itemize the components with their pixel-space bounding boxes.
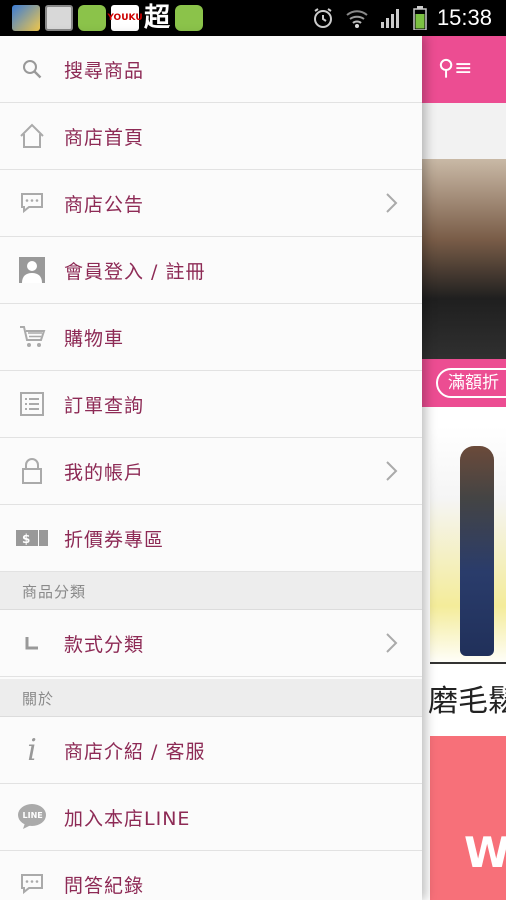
status-bar: YOUKU 超 15:38 [0, 0, 506, 36]
model-photo[interactable] [422, 159, 506, 359]
signal-icon [380, 9, 399, 28]
youku-notification-icon: YOUKU [107, 5, 143, 31]
section-header-categories: 商品分類 [0, 572, 422, 610]
menu-item-cart[interactable]: 購物車 [0, 304, 422, 371]
menu-item-home[interactable]: 商店首頁 [0, 103, 422, 170]
lock-icon [17, 456, 47, 486]
product-caption: 磨毛鬆 [428, 684, 506, 719]
chevron-right-icon [386, 633, 398, 653]
menu-item-login-register[interactable]: 會員登入 / 註冊 [0, 237, 422, 304]
menu-item-my-account[interactable]: 我的帳戶 [0, 438, 422, 505]
status-indicators: 15:38 [311, 0, 492, 36]
alarm-icon [313, 8, 332, 28]
shop-top-bar: ⚲≡ [422, 36, 506, 103]
line-icon: LINE [17, 802, 47, 832]
clock: 15:38 [436, 5, 492, 30]
menu-item-shop-info[interactable]: i 商店介紹 / 客服 [0, 717, 422, 784]
notification-icons: YOUKU 超 [0, 3, 204, 33]
notification-text: 超 [144, 3, 171, 33]
cart-icon [17, 322, 47, 352]
menu-item-search[interactable]: 搜尋商品 [0, 36, 422, 103]
l-shape-icon [17, 628, 47, 658]
user-icon [17, 255, 47, 285]
section-title: 商品分類 [22, 583, 87, 601]
menu-item-qa-records[interactable]: 問答紀錄 [0, 851, 422, 900]
face-notification-icon-2 [175, 5, 204, 31]
search-menu-icon[interactable]: ⚲≡ [438, 56, 473, 81]
menu-item-label: 加入本店LINE [64, 807, 191, 830]
menu-item-label: 問答紀錄 [64, 874, 145, 897]
menu-item-label: 搜尋商品 [64, 59, 145, 82]
banner-letter: W [464, 828, 506, 877]
model-figure [460, 446, 494, 656]
menu-item-label: 購物車 [64, 327, 125, 350]
info-icon: i [27, 732, 37, 768]
coupon-icon: $ [14, 523, 50, 553]
chevron-right-icon [386, 461, 398, 481]
chat-icon [17, 869, 47, 899]
chevron-right-icon [386, 193, 398, 213]
banner-block[interactable]: W [430, 736, 506, 900]
section-title: 關於 [22, 690, 55, 708]
home-icon [17, 121, 47, 151]
menu-item-label: 會員登入 / 註冊 [64, 260, 206, 283]
wifi-icon [346, 10, 368, 28]
promo-bar: 滿額折 [422, 359, 506, 407]
battery-icon [413, 6, 427, 30]
face-notification-icon [78, 5, 106, 31]
menu-item-label: 商店介紹 / 客服 [64, 740, 206, 763]
promo-pill[interactable]: 滿額折 [436, 368, 506, 398]
menu-item-coupons[interactable]: $ 折價券專區 [0, 505, 422, 572]
menu-item-label: 款式分類 [64, 633, 145, 656]
list-icon [17, 389, 47, 419]
menu-item-style-categories[interactable]: 款式分類 [0, 610, 422, 677]
menu-item-line[interactable]: LINE 加入本店LINE [0, 784, 422, 851]
youku-label: YOUKU [107, 13, 143, 23]
svg-text:$: $ [22, 532, 30, 546]
speech-bubble-icon [17, 188, 47, 218]
background-shop-page: ⚲≡ 滿額折 磨毛鬆 W [422, 36, 506, 900]
app-notification-icon [12, 5, 40, 31]
menu-item-label: 訂單查詢 [64, 394, 145, 417]
menu-item-order-lookup[interactable]: 訂單查詢 [0, 371, 422, 438]
product-divider [430, 662, 506, 664]
menu-item-announcements[interactable]: 商店公告 [0, 170, 422, 237]
navigation-drawer: 搜尋商品 商店首頁 商店公告 會員登入 / 註冊 購物車 訂單查詢 我的帳戶 $… [0, 36, 422, 900]
section-header-about: 關於 [0, 679, 422, 717]
search-icon [17, 54, 47, 84]
product-photo[interactable] [430, 426, 506, 666]
menu-item-label: 折價券專區 [64, 528, 165, 551]
shop-header-band [422, 103, 506, 159]
menu-item-label: 我的帳戶 [64, 461, 145, 484]
menu-item-label: 商店公告 [64, 193, 145, 216]
menu-item-label: 商店首頁 [64, 126, 145, 149]
gallery-notification-icon [45, 5, 73, 31]
line-icon-text: LINE [23, 811, 43, 820]
